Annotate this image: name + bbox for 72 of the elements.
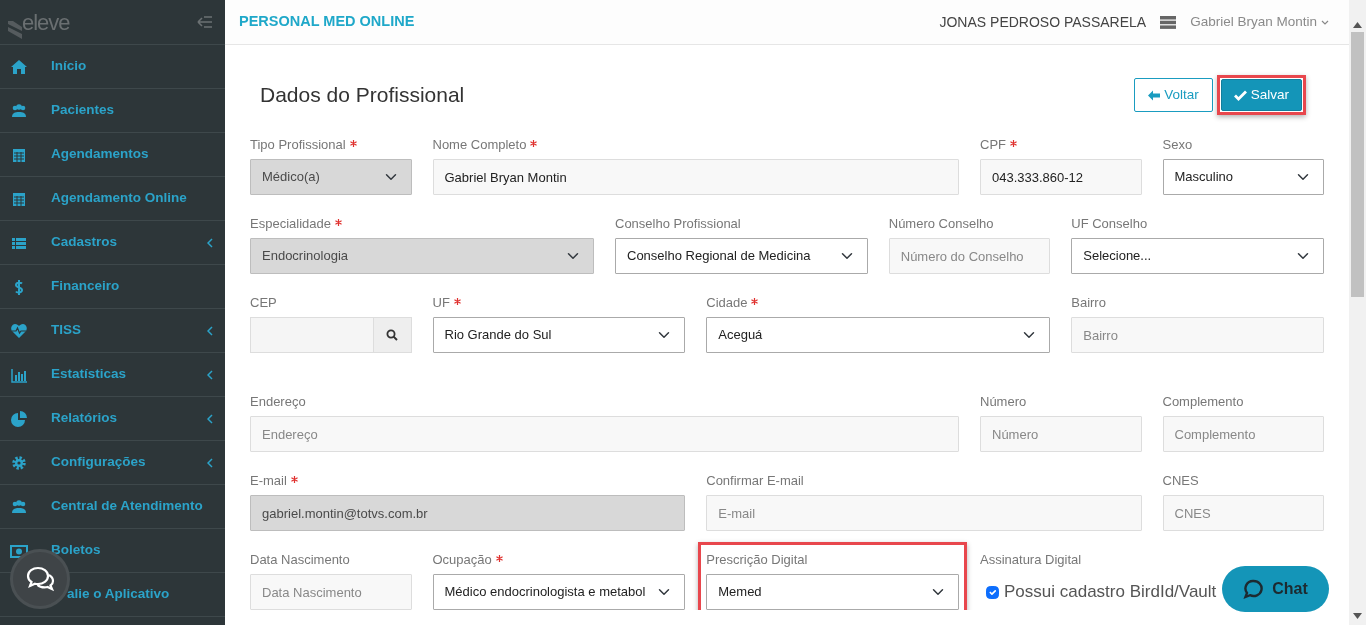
input-field[interactable]: Número bbox=[980, 416, 1142, 452]
sidebar-item[interactable]: TISS bbox=[0, 309, 225, 353]
checkbox[interactable] bbox=[986, 585, 999, 599]
input-field[interactable]: Complemento bbox=[1162, 416, 1324, 452]
chat-button[interactable]: Chat bbox=[1222, 566, 1329, 612]
scroll-up-icon[interactable] bbox=[1353, 22, 1362, 28]
input-field[interactable]: Gabriel Bryan Montin bbox=[432, 159, 959, 195]
field-label: Tipo Profissional bbox=[250, 137, 346, 153]
clinic-name: JONAS PEDROSO PASSARELA bbox=[939, 12, 1147, 32]
caret-icon bbox=[1321, 19, 1329, 25]
gear-icon bbox=[10, 453, 28, 472]
users-icon bbox=[10, 497, 28, 516]
field-label: UF Conselho bbox=[1071, 216, 1148, 232]
search-icon bbox=[386, 329, 398, 341]
field-label: Confirmar E-mail bbox=[706, 473, 804, 489]
field-label: Prescrição Digital bbox=[706, 552, 808, 568]
field-label: Especialidade bbox=[250, 216, 331, 232]
field-label: Sexo bbox=[1162, 137, 1193, 153]
field-label: Data Nascimento bbox=[250, 552, 350, 568]
field-label: UF bbox=[432, 295, 450, 311]
field-label: Bairro bbox=[1071, 295, 1106, 311]
scrollbar-thumb[interactable] bbox=[1351, 32, 1364, 297]
field-label: CEP bbox=[250, 295, 277, 311]
input-field[interactable] bbox=[250, 317, 412, 353]
back-button[interactable]: Voltar bbox=[1134, 78, 1213, 112]
page-title: Dados do Profissional bbox=[259, 82, 465, 108]
input-field[interactable]: Endereço bbox=[250, 416, 959, 452]
field-label: Número bbox=[980, 394, 1027, 410]
server-icon[interactable] bbox=[1160, 15, 1177, 29]
app-title: PERSONAL MED ONLINE bbox=[239, 12, 415, 32]
checkbox-label: Possui cadastro BirdId/Vault bbox=[1004, 581, 1217, 604]
input-field[interactable]: Bairro bbox=[1071, 317, 1324, 353]
scroll-down-icon[interactable] bbox=[1353, 613, 1362, 619]
heartbeat-icon bbox=[10, 321, 28, 340]
select-field[interactable]: Aceguá bbox=[706, 317, 1051, 353]
input-field[interactable]: CNES bbox=[1162, 495, 1324, 531]
field-label: E-mail bbox=[250, 473, 287, 489]
select-field[interactable]: Médico endocrinologista e metabol bbox=[432, 574, 686, 610]
collapse-icon[interactable] bbox=[197, 16, 213, 28]
field-label: Conselho Profissional bbox=[615, 216, 741, 232]
field-label: Número Conselho bbox=[888, 216, 994, 232]
input-field[interactable]: 043.333.860-12 bbox=[980, 159, 1142, 195]
input-field[interactable]: Data Nascimento bbox=[250, 574, 412, 610]
logo-icon bbox=[8, 20, 22, 39]
input-field[interactable]: Número do Conselho bbox=[888, 238, 1051, 274]
field-label: Nome Completo bbox=[432, 137, 527, 153]
select-field[interactable]: Memed bbox=[706, 574, 959, 610]
scrollbar[interactable] bbox=[1349, 0, 1366, 625]
check-icon bbox=[1233, 89, 1247, 101]
field-label: Assinatura Digital bbox=[980, 552, 1082, 568]
search-button[interactable] bbox=[372, 318, 411, 352]
save-button[interactable]: Salvar bbox=[1220, 79, 1302, 111]
select-field[interactable]: Masculino bbox=[1162, 159, 1324, 195]
logo: eleve bbox=[22, 8, 70, 37]
pie-chart-icon bbox=[10, 409, 28, 428]
field-label: Cidade bbox=[706, 295, 748, 311]
sidebar-item[interactable]: Relatórios bbox=[0, 397, 225, 441]
field-label: Ocupação bbox=[432, 552, 492, 568]
select-field[interactable]: Conselho Regional de Medicina bbox=[615, 238, 868, 274]
field-label: CNES bbox=[1162, 473, 1199, 489]
chat-icon bbox=[25, 566, 55, 592]
select-field[interactable]: Rio Grande do Sul bbox=[432, 317, 686, 353]
input-field[interactable]: E-mail bbox=[706, 495, 1142, 531]
user-menu[interactable]: Gabriel Bryan Montin bbox=[1190, 11, 1329, 33]
field-label: Endereço bbox=[250, 394, 306, 410]
field-label: CPF bbox=[980, 137, 1006, 153]
select-field[interactable]: Selecione... bbox=[1071, 238, 1324, 274]
arrow-left-icon bbox=[1148, 89, 1161, 101]
field-label: Complemento bbox=[1162, 394, 1244, 410]
users-icon bbox=[10, 101, 28, 120]
home-icon bbox=[10, 57, 28, 76]
chat-icon bbox=[1243, 578, 1265, 600]
